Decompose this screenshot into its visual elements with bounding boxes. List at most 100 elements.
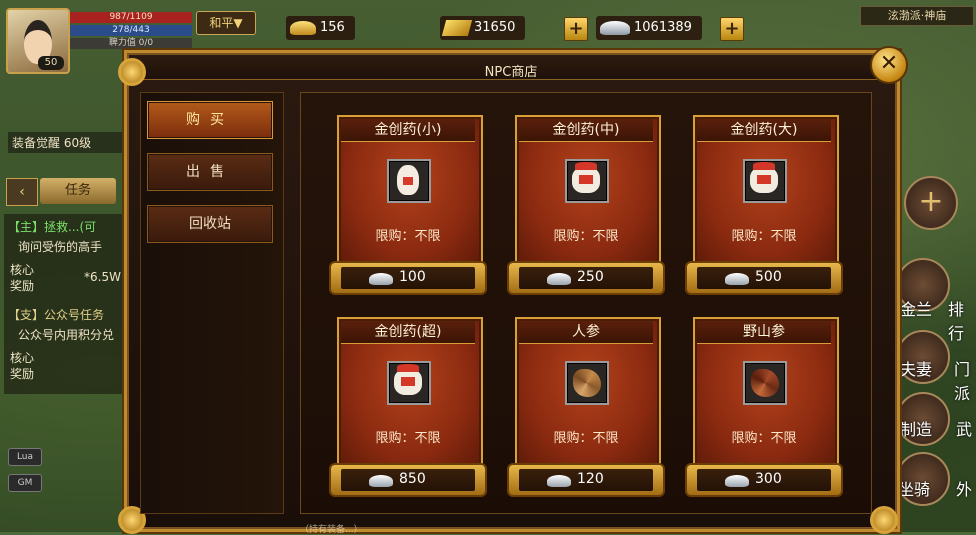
item-name: 金创药(超) [341,321,475,344]
task-tab[interactable]: 任务 [40,178,116,204]
item-name: 金创药(中) [519,119,653,142]
quest2-desc: 公众号内用积分兑 [18,328,115,342]
ginseng-icon [573,369,601,397]
gold-bars-value: 31650 [474,20,516,35]
add-silver-button[interactable]: + [720,17,744,41]
jar-lid [753,162,775,170]
bottom-hint: （持有装备...） [300,525,363,535]
stamina-bar: 聛力值 0/0 [70,38,192,49]
quest2-title[interactable]: 【支】公众号任务 [8,306,104,323]
price-box: 120 [519,469,653,491]
price-button[interactable]: 250 [509,263,663,293]
close-icon[interactable]: ✕ [870,46,908,84]
item-name: 人参 [519,321,653,344]
jar-lid [575,162,597,170]
price-button[interactable]: 850 [331,465,485,495]
gold-bars-currency: 31650 [440,16,526,40]
item-slot[interactable] [387,159,431,203]
shop-item-grid: 金创药(小) 限购：不限 100 金创药(中) 限购：不限 250 金创药(大)… [300,92,872,514]
quest1-desc: 询问受伤的高手 [18,240,103,254]
price-button[interactable]: 100 [331,263,485,293]
item-name: 金创药(小) [341,119,475,142]
silver-icon [547,475,571,487]
right-menu-label-5: 制造 [900,420,933,439]
silver-icon [547,273,571,285]
item-price: 850 [399,471,426,487]
quest1-reward: *6.5W [84,270,121,284]
item-slot[interactable] [565,361,609,405]
frame-corner-ornament [118,58,146,86]
price-button[interactable]: 300 [687,465,841,495]
purchase-limit: 限购：不限 [375,431,441,446]
tab-sell[interactable]: 出售 [147,153,273,191]
quest1-title[interactable]: 【主】拯救...(可 [8,218,96,235]
item-slot[interactable] [743,159,787,203]
item-name: 野山参 [697,321,831,344]
purchase-limit: 限购：不限 [375,229,441,244]
item-slot[interactable] [565,159,609,203]
shop-item-card[interactable]: 金创药(超) 限购：不限 850 [331,307,485,497]
shop-title-bar: NPC商店 [135,59,887,80]
silver-currency: 1061389 [596,16,702,40]
item-slot[interactable] [387,361,431,405]
gold-bars-icon [441,19,473,36]
potion-label [403,177,413,185]
pk-mode-dropdown[interactable]: 和平▼ [196,11,256,35]
gm-button[interactable]: GM [8,474,42,492]
lua-button[interactable]: Lua [8,448,42,466]
right-menu-label-7: 坐骑 [898,480,931,499]
item-name: 金创药(大) [697,119,831,142]
item-price: 500 [755,269,782,285]
zone-name[interactable]: 泫渤派·神庙 [860,6,974,26]
silver-icon [369,475,393,487]
add-gold-button[interactable]: + [564,17,588,41]
item-slot[interactable] [743,361,787,405]
price-button[interactable]: 500 [687,263,841,293]
price-box: 500 [697,267,831,289]
quest1-reward-label: 核心 奖励 [10,263,35,293]
item-price: 120 [577,471,604,487]
silver-icon [600,20,630,35]
silver-icon [725,273,749,285]
gold-ingot-currency: 156 [286,16,355,40]
right-menu-label-1: 金兰 [900,300,933,319]
price-box: 250 [519,267,653,289]
shop-tab-column: 购买 出售 回收站 [140,92,284,514]
jar-tag [579,175,593,184]
jar-lid [397,364,419,372]
gold-ingot-value: 156 [320,20,345,35]
shop-item-card[interactable]: 金创药(中) 限购：不限 250 [509,105,663,295]
gold-ingot-icon [290,20,316,35]
equip-awaken-label[interactable]: 装备觉醒 60级 [8,132,134,153]
quest2-reward-label: 核心 奖励 [10,351,35,381]
item-price: 100 [399,269,426,285]
shop-item-card[interactable]: 野山参 限购：不限 300 [687,307,841,497]
jar-tag [401,377,415,386]
shop-title: NPC商店 [484,65,538,80]
expand-plus-button[interactable]: + [904,176,958,230]
shop-item-card[interactable]: 金创药(小) 限购：不限 100 [331,105,485,295]
right-menu-label-3: 夫妻 [900,360,933,379]
quest-panel[interactable]: 【主】拯救...(可 询问受伤的高手 核心 奖励 *6.5W 【支】公众号任务 … [4,214,122,394]
shop-item-card[interactable]: 金创药(大) 限购：不限 500 [687,105,841,295]
price-box: 850 [341,469,475,491]
mp-bar: 278/443 [70,25,192,36]
silver-value: 1061389 [634,20,692,35]
price-box: 300 [697,469,831,491]
frame-corner-ornament [870,506,898,534]
price-box: 100 [341,267,475,289]
item-price: 250 [577,269,604,285]
purchase-limit: 限购：不限 [731,431,797,446]
purchase-limit: 限购：不限 [553,431,619,446]
plus-icon: + [918,184,944,219]
tab-buy[interactable]: 购买 [147,101,273,139]
wild-ginseng-icon [751,369,779,397]
right-menu-label-6: 武 [956,420,973,439]
chevron-left-icon[interactable]: ‹ [6,178,38,206]
gourd-potion-icon [397,165,419,195]
shop-item-card[interactable]: 人参 限购：不限 120 [509,307,663,497]
item-price: 300 [755,471,782,487]
price-button[interactable]: 120 [509,465,663,495]
tab-recycle[interactable]: 回收站 [147,205,273,243]
right-menu-label-8: 外 [956,480,973,499]
